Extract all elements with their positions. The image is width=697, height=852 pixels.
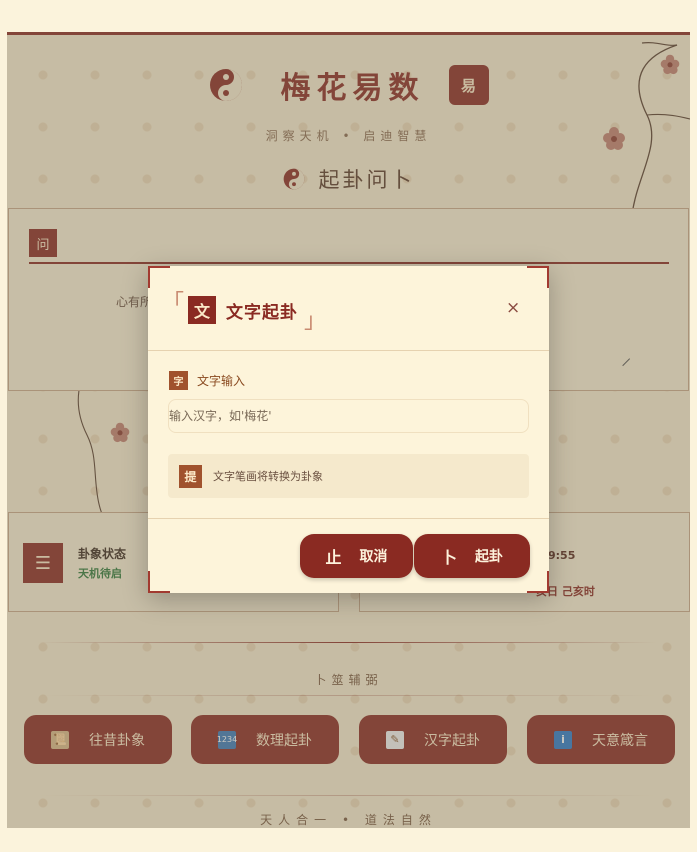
dialog-title: 文字起卦 <box>226 302 299 323</box>
chinese-text-input[interactable] <box>168 399 529 433</box>
tip-box: 提 文字笔画将转换为卦象 <box>168 454 529 498</box>
tip-text: 文字笔画将转换为卦象 <box>213 470 323 483</box>
corner-ornament <box>527 266 549 288</box>
field-seal: 字 <box>169 371 188 390</box>
page-bottom-margin <box>0 828 697 852</box>
dialog-header: 「 文 文字起卦 」 <box>162 291 326 334</box>
title-bracket-close: 」 <box>304 309 327 334</box>
confirm-glyph: 卜 <box>440 548 457 567</box>
title-bracket-open: 「 <box>162 291 185 316</box>
dialog-seal: 文 <box>188 296 217 324</box>
dialog-separator <box>148 518 549 519</box>
corner-ornament <box>148 571 170 593</box>
tip-seal: 提 <box>179 464 202 488</box>
cancel-button[interactable]: 止 取消 <box>300 534 413 578</box>
cancel-label: 取消 <box>359 549 388 565</box>
text-divination-dialog: 「 文 文字起卦 」 × 字 文字输入 提 文字笔画将转换为卦象 止 取消 卜 … <box>148 266 549 593</box>
corner-ornament <box>527 571 549 593</box>
text-field-label: 字 文字输入 <box>169 371 245 390</box>
confirm-label: 起卦 <box>475 549 503 565</box>
cancel-glyph: 止 <box>325 548 342 567</box>
confirm-divination-button[interactable]: 卜 起卦 <box>414 534 530 578</box>
field-label: 文字输入 <box>197 374 246 388</box>
close-icon[interactable]: × <box>506 298 520 318</box>
dialog-separator <box>148 350 549 351</box>
